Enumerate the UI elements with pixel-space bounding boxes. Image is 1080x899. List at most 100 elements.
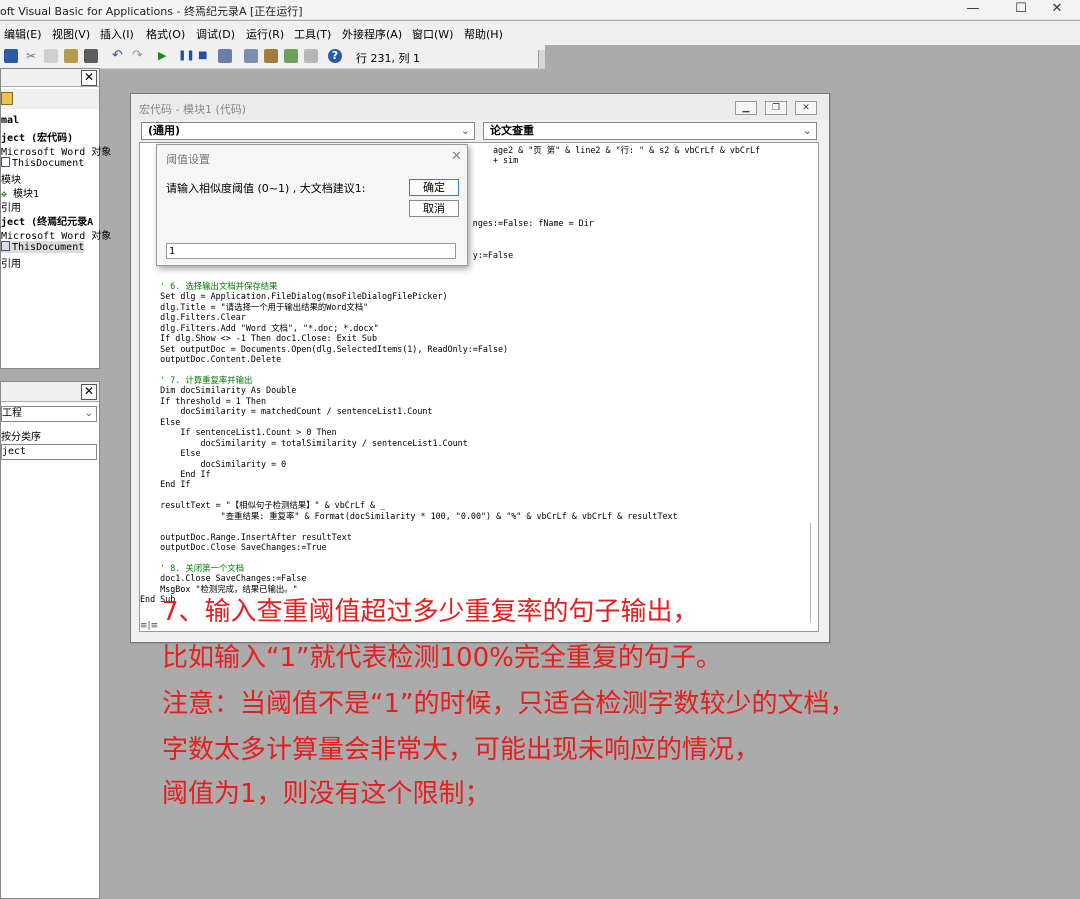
tree-item-module[interactable]: ✥ 模块1 xyxy=(1,185,39,200)
tree-item[interactable]: Microsoft Word 对象 xyxy=(1,227,111,242)
code-line: dlg.Filters.Clear xyxy=(140,312,246,323)
document-icon xyxy=(1,157,10,167)
code-line: "查重结果: 重复率" & Format(docSimilarity * 100… xyxy=(140,510,678,521)
procedure-combo[interactable]: 论文查重 ⌄ xyxy=(483,122,817,140)
close-button[interactable]: ✕ xyxy=(1034,0,1080,20)
dialog-close-icon[interactable]: ✕ xyxy=(451,149,462,164)
design-mode-icon[interactable] xyxy=(218,49,232,63)
code-line: If sentenceList1.Count > 0 Then xyxy=(140,427,337,438)
folder-icon[interactable] xyxy=(1,92,13,105)
code-window-caption: 宏代码 - 模块1 (代码) ▁ ❐ ✕ xyxy=(131,94,829,120)
code-restore-button[interactable]: ❐ xyxy=(765,101,787,115)
menu-tools[interactable]: 工具(T) xyxy=(294,26,331,42)
code-line: Dim docSimilarity As Double xyxy=(140,385,297,396)
code-line: docSimilarity = matchedCount / sentenceL… xyxy=(140,406,433,417)
project-pane: ✕ mal ject (宏代码) Microsoft Word 对象 ThisD… xyxy=(0,68,111,369)
properties-close-button[interactable]: ✕ xyxy=(81,384,97,400)
threshold-input[interactable] xyxy=(166,243,456,259)
code-line: Set outputDoc = Documents.Open(dlg.Selec… xyxy=(140,343,509,354)
menu-insert[interactable]: 插入(I) xyxy=(100,26,134,42)
cut-icon[interactable]: ✂ xyxy=(26,49,40,63)
tree-item[interactable]: 引用 xyxy=(1,255,21,270)
menu-bar: 编辑(E) 视图(V) 插入(I) 格式(O) 调试(D) 运行(R) 工具(T… xyxy=(0,21,1080,45)
property-row[interactable]: ject xyxy=(1,444,97,460)
code-line: ' 6. 选择输出文档并保存结果 xyxy=(140,280,278,291)
annotation-line-3: 注意：当阈值不是“1”的时候，只适合检测字数较少的文档， xyxy=(162,689,856,719)
chevron-down-icon: ⌄ xyxy=(84,408,93,419)
toolbox-icon[interactable] xyxy=(304,49,318,63)
tree-item[interactable]: 引用 xyxy=(1,199,21,214)
vertical-scrollbar[interactable] xyxy=(810,523,818,623)
tree-item-label: ThisDocument xyxy=(12,158,85,169)
redo-icon[interactable]: ↷ xyxy=(132,49,146,63)
code-line: If threshold = 1 Then xyxy=(140,395,267,406)
properties-tab-categorized[interactable]: 按分类序 xyxy=(1,428,97,443)
menu-help[interactable]: 帮助(H) xyxy=(464,26,503,42)
code-line: doc1.Close SaveChanges:=False xyxy=(140,573,307,584)
toolbar: ✂ ↶ ↷ ▶ ❚❚ ■ ? 行 231, 列 1 xyxy=(0,45,545,69)
properties-object-select[interactable]: 工程 ⌄ xyxy=(1,406,97,422)
code-line: End If xyxy=(140,468,211,479)
ok-button[interactable]: 确定 xyxy=(409,179,459,196)
minimize-button[interactable]: — xyxy=(950,0,996,20)
tree-item-document[interactable]: ThisDocument xyxy=(1,241,85,253)
menu-run[interactable]: 运行(R) xyxy=(246,26,284,42)
cursor-position: 行 231, 列 1 xyxy=(356,52,420,65)
tree-item[interactable]: 模块 xyxy=(1,171,21,186)
code-line: If dlg.Show <> -1 Then doc1.Close: Exit … xyxy=(140,333,377,344)
tree-item[interactable]: Microsoft Word 对象 xyxy=(1,143,111,158)
document-icon xyxy=(1,241,10,251)
menu-format[interactable]: 格式(O) xyxy=(146,26,185,42)
find-icon[interactable] xyxy=(84,49,98,63)
object-combo[interactable]: (通用) ⌄ xyxy=(141,122,475,140)
project-explorer-icon[interactable] xyxy=(244,49,258,63)
properties-icon[interactable] xyxy=(264,49,278,63)
code-line: dlg.Title = "请选择一个用于输出结果的Word文档" xyxy=(140,301,369,312)
menu-window[interactable]: 窗口(W) xyxy=(412,26,453,42)
run-icon[interactable]: ▶ xyxy=(158,49,172,63)
code-line: ' 8. 关闭第一个文档 xyxy=(140,563,245,573)
project-close-button[interactable]: ✕ xyxy=(81,70,97,86)
dialog-title: 阈值设置 xyxy=(166,153,210,166)
properties-object-value: 工程 xyxy=(2,408,22,419)
tree-item-document[interactable]: ThisDocument xyxy=(1,157,84,169)
code-line: Else xyxy=(140,416,181,427)
window-title: oft Visual Basic for Applications - 终焉纪元… xyxy=(0,5,303,18)
object-combo-value: (通用) xyxy=(148,124,181,137)
copy-icon[interactable] xyxy=(44,49,58,63)
menu-edit[interactable]: 编辑(E) xyxy=(4,26,42,42)
dialog-prompt: 请输入相似度阈值 (0~1) , 大文档建议1: xyxy=(166,182,366,195)
code-line: docSimilarity = 0 xyxy=(140,458,287,469)
paste-icon[interactable] xyxy=(64,49,78,63)
toolbar-grip[interactable] xyxy=(538,50,545,68)
code-line: End If xyxy=(140,479,191,490)
code-line: outputDoc.Range.InsertAfter resultText xyxy=(140,531,352,542)
menu-addins[interactable]: 外接程序(A) xyxy=(342,26,402,42)
help-icon[interactable]: ? xyxy=(328,49,342,63)
tree-item[interactable]: mal xyxy=(1,115,19,126)
code-minimize-button[interactable]: ▁ xyxy=(735,101,757,115)
save-icon[interactable] xyxy=(4,49,18,63)
undo-icon[interactable]: ↶ xyxy=(112,49,126,63)
menu-view[interactable]: 视图(V) xyxy=(52,26,90,42)
code-line: Else xyxy=(140,448,201,459)
code-line: dlg.Filters.Add "Word 文档", "*.doc; *.doc… xyxy=(140,322,379,333)
chevron-down-icon: ⌄ xyxy=(460,124,470,137)
pause-icon[interactable]: ❚❚ xyxy=(178,49,195,63)
code-close-button[interactable]: ✕ xyxy=(795,101,817,115)
annotation-line-1: 7、输入查重阈值超过多少重复率的句子输出， xyxy=(162,597,699,627)
code-line: outputDoc.Close SaveChanges:=True xyxy=(140,542,327,553)
code-line: resultText = "【相似句子检测结果】" & vbCrLf & _ xyxy=(140,500,386,511)
object-browser-icon[interactable] xyxy=(284,49,298,63)
threshold-dialog: 阈值设置 ✕ 请输入相似度阈值 (0~1) , 大文档建议1: 确定 取消 xyxy=(156,144,468,266)
annotation-line-4: 字数太多计算量会非常大，可能出现未响应的情况， xyxy=(162,735,761,765)
code-line: MsgBox "检测完成，结果已输出。" xyxy=(140,583,298,594)
code-line: Set dlg = Application.FileDialog(msoFile… xyxy=(140,291,448,302)
menu-debug[interactable]: 调试(D) xyxy=(196,26,235,42)
tree-item[interactable]: ject (宏代码) xyxy=(1,129,73,144)
stop-icon[interactable]: ■ xyxy=(198,49,212,63)
cancel-button[interactable]: 取消 xyxy=(409,200,459,217)
properties-pane: ✕ 工程 ⌄ 按分类序 ject xyxy=(0,381,100,899)
tree-item[interactable]: ject (终焉纪元录A xyxy=(1,213,93,228)
code-line: ' 7. 计算重复率并输出 xyxy=(140,374,253,385)
